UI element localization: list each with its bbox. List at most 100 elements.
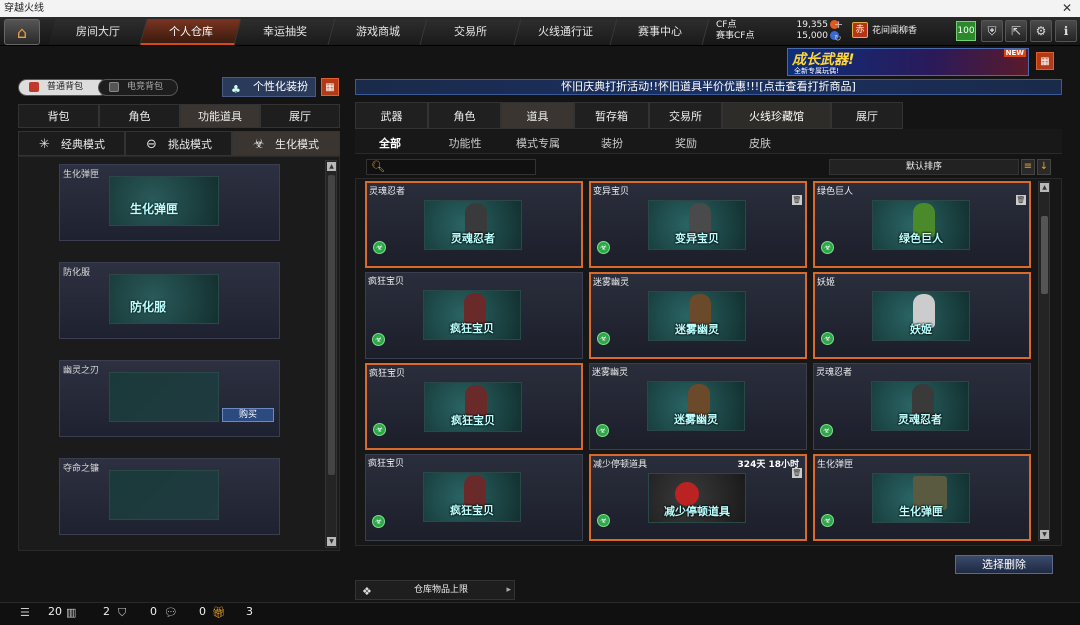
exit-icon[interactable]: ⇱ xyxy=(1005,20,1027,42)
grid-menu-icon[interactable]: ▦ xyxy=(1036,52,1054,70)
info-icon[interactable]: ℹ xyxy=(1055,20,1077,42)
biohazard-icon: ☣ xyxy=(373,241,386,254)
inventory-item-card[interactable]: 疯狂宝贝 疯狂宝贝 ☣ xyxy=(365,454,583,541)
right-scrollbar[interactable]: ▲ ▼ xyxy=(1038,181,1050,541)
right-tab-temp-box[interactable]: 暂存箱 xyxy=(574,102,649,129)
storage-capacity-button[interactable]: ❖ 仓库物品上限 ▸ xyxy=(355,580,515,600)
left-item-card[interactable]: 幽灵之刃 购买 xyxy=(59,360,280,437)
sub-tab-mode-exclusive[interactable]: 模式专属 xyxy=(508,135,568,151)
esports-bag-tab[interactable]: 电竞背包 xyxy=(98,79,178,96)
scroll-down-icon[interactable]: ▼ xyxy=(1040,530,1049,539)
item-image: 疯狂宝贝 xyxy=(423,472,521,522)
item-image: 生化弹匣 xyxy=(109,176,219,226)
left-grid-icon[interactable]: ▦ xyxy=(321,78,339,96)
right-tab-weapons[interactable]: 武器 xyxy=(355,102,428,129)
scroll-thumb[interactable] xyxy=(1041,216,1048,294)
left-tab-function-items[interactable]: 功能道具 xyxy=(180,104,260,128)
tab-battle-pass[interactable]: 火线通行证 xyxy=(514,19,618,45)
inventory-item-card[interactable]: 迷雾幽灵 迷雾幽灵 ☣ xyxy=(589,272,807,359)
tab-event-center[interactable]: 赛事中心 xyxy=(610,19,710,45)
trash-icon[interactable]: 🗑︎ xyxy=(792,195,802,205)
inventory-item-card[interactable]: 绿色巨人 绿色巨人 ☣ 🗑︎ xyxy=(813,181,1031,268)
gear-icon[interactable]: ⚙ xyxy=(1030,20,1052,42)
mode-tab-challenge[interactable]: ⊖ 挑战模式 xyxy=(125,131,232,156)
left-tab-character[interactable]: 角色 xyxy=(99,104,180,128)
left-tab-backpack[interactable]: 背包 xyxy=(18,104,99,128)
home-button[interactable]: ⌂ xyxy=(4,19,40,45)
customize-button[interactable]: ♣ 个性化装扮 xyxy=(222,77,316,97)
inventory-item-card[interactable]: 生化弹匣 生化弹匣 ☣ xyxy=(813,454,1031,541)
right-tab-items[interactable]: 道具 xyxy=(501,102,574,129)
right-tab-exchange[interactable]: 交易所 xyxy=(649,102,722,129)
select-delete-button[interactable]: 选择删除 xyxy=(955,555,1053,574)
inventory-item-card[interactable]: 迷雾幽灵 迷雾幽灵 ☣ xyxy=(589,363,807,450)
scroll-up-icon[interactable]: ▲ xyxy=(1040,183,1049,192)
status-bar xyxy=(0,602,1080,625)
right-tab-showroom[interactable]: 展厅 xyxy=(831,102,903,129)
challenge-mode-icon: ⊖ xyxy=(146,137,157,152)
recharge-plus-icon[interactable]: + ↻ xyxy=(834,18,843,44)
item-name: 生化弹匣 xyxy=(817,460,854,470)
inventory-item-card[interactable]: 灵魂忍者 灵魂忍者 ☣ xyxy=(365,181,583,268)
tab-personal-storage[interactable]: 个人仓库 xyxy=(140,19,242,45)
scroll-thumb[interactable] xyxy=(328,175,335,475)
tab-lucky-draw[interactable]: 幸运抽奖 xyxy=(234,19,336,45)
right-tab-character[interactable]: 角色 xyxy=(428,102,501,129)
normal-bag-tab[interactable]: 普通背包 xyxy=(18,79,108,96)
growth-weapon-banner[interactable]: 成长武器! 全新专属玩偶! NEW xyxy=(787,48,1029,76)
chevron-right-icon: ▸ xyxy=(506,585,511,595)
trash-icon[interactable]: 🗑︎ xyxy=(1016,195,1026,205)
item-name: 迷雾幽灵 xyxy=(593,278,630,288)
item-count-icon[interactable]: ▥ xyxy=(66,606,78,619)
inventory-item-card[interactable]: 妖姬 妖姬 ☣ xyxy=(813,272,1031,359)
item-name: 幽灵之刃 xyxy=(63,366,100,376)
left-scrollbar[interactable]: ▲ ▼ xyxy=(325,160,337,548)
search-input[interactable]: 🔍︎ xyxy=(366,159,536,175)
shield-status-icon[interactable]: ⛉ xyxy=(118,606,130,619)
item-count: 2 xyxy=(103,605,110,618)
item-image: 绿色巨人 xyxy=(872,200,970,250)
list-view-icon[interactable]: ≡ xyxy=(1021,159,1035,175)
biohazard-icon: ☣ xyxy=(597,332,610,345)
scroll-down-icon[interactable]: ▼ xyxy=(327,537,336,546)
left-item-card[interactable]: 防化服 防化服 xyxy=(59,262,280,339)
tab-exchange[interactable]: 交易所 xyxy=(420,19,522,45)
shield-icon[interactable]: ⛨ xyxy=(981,20,1003,42)
tab-game-mall[interactable]: 游戏商城 xyxy=(328,19,428,45)
user-name[interactable]: 花间闻柳香 xyxy=(872,23,917,36)
buy-button[interactable]: 购买 xyxy=(222,408,274,422)
inventory-item-card[interactable]: 减少停顿道具 324天 18小时 减少停顿道具 ☣ 🗑︎ xyxy=(589,454,807,541)
left-item-card[interactable]: 夺命之镰 xyxy=(59,458,280,535)
biohazard-icon: ☣ xyxy=(821,514,834,527)
inventory-item-card[interactable]: 灵魂忍者 灵魂忍者 ☣ xyxy=(813,363,1031,450)
mode-tab-biohazard[interactable]: ☣ 生化模式 xyxy=(232,131,340,156)
sort-order-icon[interactable]: ↓ xyxy=(1037,159,1051,175)
chat-icon[interactable]: 💬︎ xyxy=(164,606,178,619)
sub-tab-functional[interactable]: 功能性 xyxy=(435,135,495,151)
sub-tab-skins[interactable]: 皮肤 xyxy=(730,135,790,151)
mode-tab-classic[interactable]: ✳ 经典模式 xyxy=(18,131,125,156)
sub-tab-all[interactable]: 全部 xyxy=(360,135,420,151)
inventory-item-card[interactable]: 疯狂宝贝 疯狂宝贝 ☣ xyxy=(365,272,583,359)
sort-dropdown[interactable]: 默认排序 xyxy=(829,159,1019,175)
item-image xyxy=(109,470,219,520)
left-item-card[interactable]: 生化弹匣 生化弹匣 xyxy=(59,164,280,241)
right-tab-collection[interactable]: 火线珍藏馆 xyxy=(722,102,831,129)
inventory-item-card[interactable]: 疯狂宝贝 疯狂宝贝 ☣ xyxy=(365,363,583,450)
biohazard-icon: ☣ xyxy=(821,332,834,345)
close-icon[interactable]: ✕ xyxy=(1062,0,1072,17)
item-image-label: 变异宝贝 xyxy=(675,232,719,245)
list-icon[interactable]: ☰ xyxy=(20,606,32,619)
tab-room-lobby[interactable]: 房间大厅 xyxy=(48,19,148,45)
sub-tab-cosmetic[interactable]: 装扮 xyxy=(582,135,642,151)
item-name: 妖姬 xyxy=(817,278,836,288)
promo-banner[interactable]: 怀旧庆典打折活动!!怀旧道具半价优惠!!![点击查看打折商品] xyxy=(355,79,1062,95)
sub-tab-rewards[interactable]: 奖励 xyxy=(656,135,716,151)
inventory-item-card[interactable]: 变异宝贝 变异宝贝 ☣ 🗑︎ xyxy=(589,181,807,268)
match-cf-label: 赛事CF点 xyxy=(716,31,755,41)
left-tab-showroom[interactable]: 展厅 xyxy=(260,104,340,128)
search-icon: 🔍︎ xyxy=(371,160,385,173)
trash-icon[interactable]: 🗑︎ xyxy=(792,468,802,478)
gift-icon[interactable]: 🎁︎ xyxy=(212,606,226,619)
scroll-up-icon[interactable]: ▲ xyxy=(327,162,336,171)
